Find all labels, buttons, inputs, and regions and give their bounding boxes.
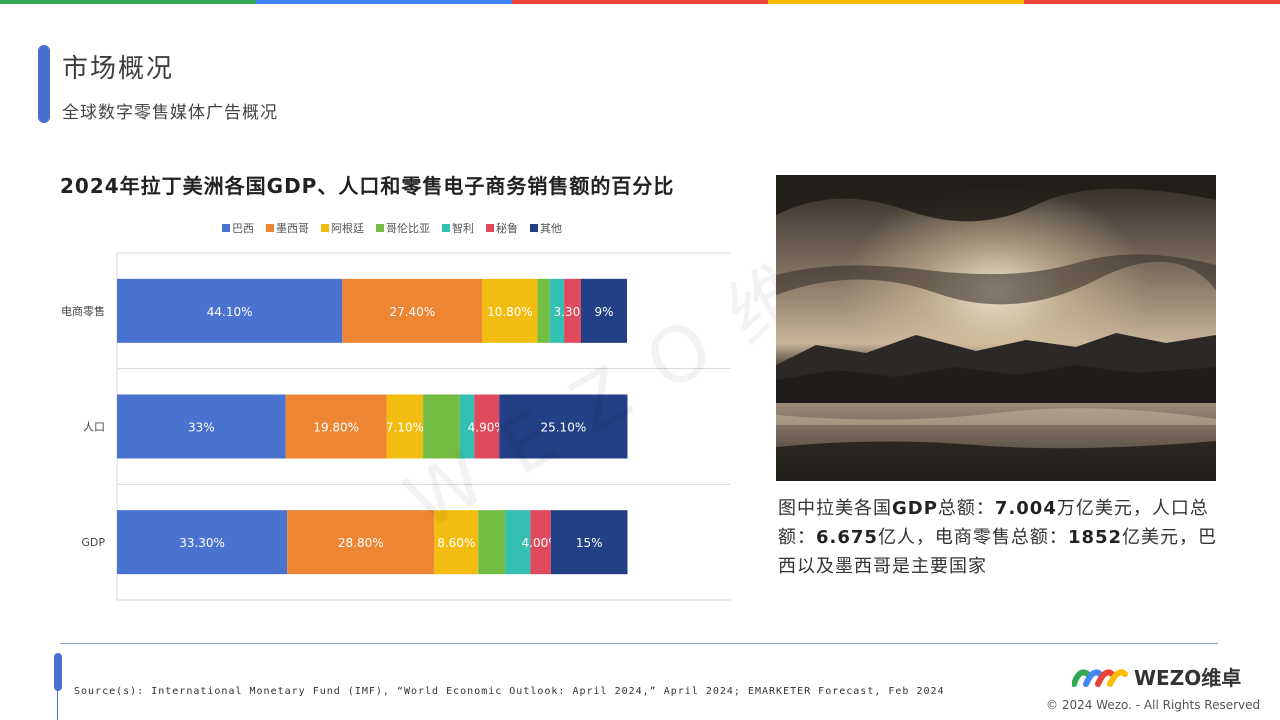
data-label: 44.10% — [207, 305, 253, 319]
data-label: 9% — [594, 305, 613, 319]
caption-ecom-value: 1852 — [1067, 527, 1123, 548]
data-label: 19.80% — [313, 421, 359, 435]
footer-accent-line — [57, 690, 58, 720]
caption-gdp-value: 7.004 — [994, 498, 1057, 519]
data-label: 33.30% — [179, 536, 225, 550]
data-label: 33% — [188, 421, 215, 435]
caption-gdp-label: GDP — [892, 498, 938, 519]
chart-caption: 图中拉美各国GDP总额：7.004万亿美元，人口总额：6.675亿人，电商零售总… — [778, 494, 1226, 581]
data-label: 28.80% — [338, 536, 384, 550]
data-label: 15% — [576, 536, 603, 550]
category-label: GDP — [81, 536, 105, 549]
wezo-logo: WEZO维卓 — [1072, 662, 1241, 691]
landscape-photo — [776, 175, 1216, 481]
category-label: 电商零售 — [61, 304, 105, 318]
data-label: 10.80% — [487, 305, 533, 319]
copyright-text: © 2024 Wezo. - All Rights Reserved — [1046, 698, 1261, 712]
footer-accent-bar — [54, 653, 62, 691]
caption-text-1: 图中拉美各国 — [778, 498, 892, 519]
category-label: 人口 — [83, 421, 105, 434]
data-label: 7.10% — [386, 421, 424, 435]
caption-text-4: 亿人，电商零售总额： — [877, 527, 1068, 548]
data-label: 27.40% — [389, 305, 435, 319]
wezo-logo-icon — [1072, 668, 1128, 687]
caption-text-2: 总额： — [937, 498, 995, 519]
source-note: Source(s): International Monetary Fund (… — [74, 686, 945, 697]
caption-pop-value: 6.675 — [816, 527, 878, 548]
footer-divider — [60, 643, 1218, 644]
logo-text: WEZO维卓 — [1134, 666, 1242, 690]
bar-segment — [537, 278, 550, 343]
